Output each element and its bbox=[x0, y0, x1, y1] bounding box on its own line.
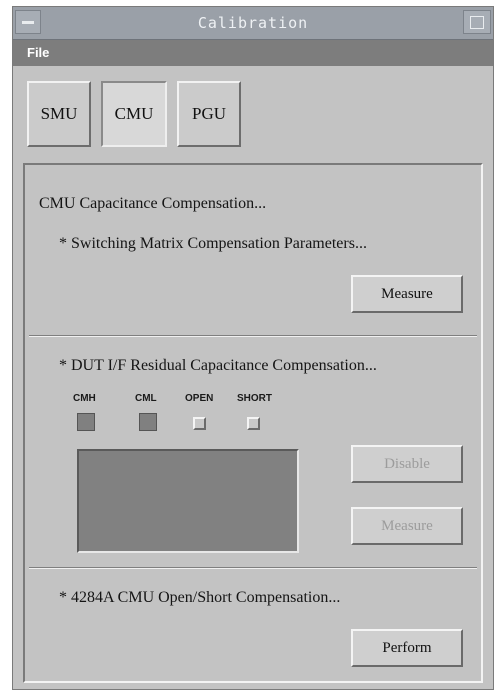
menu-bar: File bbox=[13, 40, 493, 66]
cmh-indicator bbox=[77, 413, 95, 431]
cap-compensation-heading: CMU Capacitance Compensation... bbox=[39, 195, 267, 212]
dut-measure-button[interactable]: Measure bbox=[351, 507, 463, 545]
open-indicator bbox=[193, 417, 206, 430]
short-indicator bbox=[247, 417, 260, 430]
cmu-panel: CMU Capacitance Compensation... * Switch… bbox=[23, 163, 483, 683]
switching-matrix-label: * Switching Matrix Compensation Paramete… bbox=[59, 235, 367, 252]
tab-pgu[interactable]: PGU bbox=[177, 81, 241, 147]
section-divider bbox=[29, 335, 477, 337]
section-divider bbox=[29, 567, 477, 569]
switching-measure-button[interactable]: Measure bbox=[351, 275, 463, 313]
indicator-label-cml: CML bbox=[135, 393, 157, 404]
title-bar[interactable]: Calibration bbox=[13, 7, 493, 40]
indicator-label-cmh: CMH bbox=[73, 393, 96, 404]
dut-residual-heading: * DUT I/F Residual Capacitance Compensat… bbox=[59, 357, 377, 374]
window-title: Calibration bbox=[197, 14, 309, 32]
compensation-display bbox=[77, 449, 299, 553]
open-short-heading: * 4284A CMU Open/Short Compensation... bbox=[59, 589, 341, 606]
calibration-window: Calibration File SMU CMU PGU CMU Capacit… bbox=[12, 6, 494, 690]
cml-indicator bbox=[139, 413, 157, 431]
perform-button[interactable]: Perform bbox=[351, 629, 463, 667]
indicator-label-open: OPEN bbox=[185, 393, 214, 404]
tab-cmu[interactable]: CMU bbox=[101, 81, 167, 147]
indicator-label-short: SHORT bbox=[237, 393, 272, 404]
tab-smu[interactable]: SMU bbox=[27, 81, 91, 147]
maximize-button[interactable] bbox=[463, 10, 491, 34]
disable-button[interactable]: Disable bbox=[351, 445, 463, 483]
menu-file[interactable]: File bbox=[27, 45, 49, 60]
